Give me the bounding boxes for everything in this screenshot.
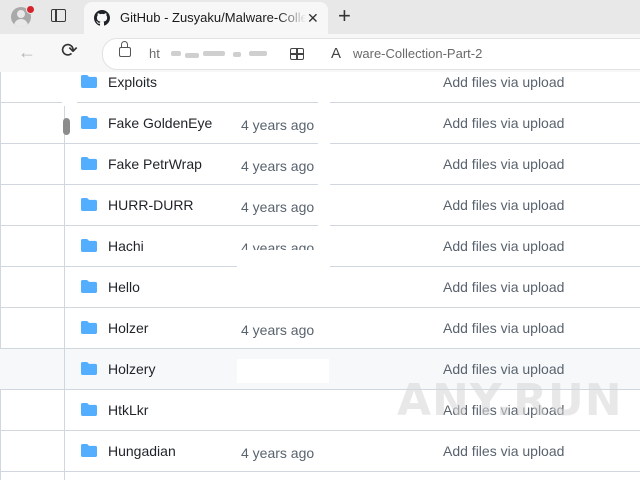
back-arrow-icon[interactable]: ← [18, 42, 36, 62]
tab-title: GitHub - Zusyaku/Malware-Collection-Part… [120, 10, 306, 25]
white-overlay [237, 359, 329, 383]
commit-message-link[interactable]: Add files via upload [443, 279, 564, 295]
close-tab-icon[interactable]: ✕ [307, 8, 319, 28]
github-icon [94, 10, 110, 26]
commit-message-link[interactable]: Add files via upload [443, 197, 564, 213]
lock-icon[interactable] [119, 41, 131, 57]
folder-name-link[interactable]: Holzery [108, 361, 155, 377]
folder-name-link[interactable]: Fake PetrWrap [108, 156, 202, 172]
folder-icon [81, 321, 97, 334]
folder-icon [81, 198, 97, 211]
url-text-start: ht [149, 46, 160, 61]
commit-age: 4 years ago [241, 322, 315, 338]
new-tab-icon[interactable]: + [338, 4, 351, 28]
commit-message-link[interactable]: Add files via upload [443, 238, 564, 254]
commit-age: 4 years ago [241, 445, 315, 461]
url-text-end: ware-Collection-Part-2 [353, 46, 483, 61]
reload-icon[interactable]: ⟳ [61, 40, 78, 62]
folder-icon [81, 444, 97, 457]
anyrun-watermark: ANY.RUN [397, 375, 622, 426]
commit-age: 4 years ago [241, 199, 315, 215]
folder-icon [81, 75, 97, 88]
white-overlay [318, 72, 330, 272]
folder-name-link[interactable]: HtkLkr [108, 402, 148, 418]
folder-name-link[interactable]: Exploits [108, 74, 157, 90]
white-overlay [237, 74, 329, 94]
scrollbar-thumb[interactable] [63, 118, 70, 135]
white-overlay [237, 400, 329, 424]
commit-age: 4 years ago [241, 158, 315, 174]
watermark-text: ANY.RUN [397, 375, 623, 426]
commit-age: 4 years ago [241, 117, 315, 133]
url-redacted [167, 47, 277, 59]
folder-name-link[interactable]: Hungadian [108, 443, 176, 459]
folder-name-link[interactable]: Holzer [108, 320, 148, 336]
commit-message-link[interactable]: Add files via upload [443, 74, 564, 90]
folder-icon [81, 403, 97, 416]
folder-icon [81, 116, 97, 129]
file-row[interactable]: Hungadian 4 years ago Add files via upload [0, 431, 640, 472]
white-overlay [237, 277, 329, 301]
notification-dot [26, 5, 35, 14]
tab-strip: GitHub - Zusyaku/Malware-Collection-Part… [0, 0, 640, 34]
active-tab[interactable]: GitHub - Zusyaku/Malware-Collection-Part… [84, 2, 328, 34]
tab-actions-icon[interactable] [51, 9, 66, 22]
read-aloud-icon[interactable]: A [331, 45, 341, 62]
file-row[interactable]: Hello Add files via upload [0, 267, 640, 308]
commit-message-link[interactable]: Add files via upload [443, 156, 564, 172]
white-overlay [62, 72, 77, 106]
folder-name-link[interactable]: Hachi [108, 238, 144, 254]
folder-icon [81, 157, 97, 170]
commit-message-link[interactable]: Add files via upload [443, 443, 564, 459]
folder-name-link[interactable]: HURR-DURR [108, 197, 194, 213]
folder-icon [81, 362, 97, 375]
folder-name-link[interactable]: Fake GoldenEye [108, 115, 212, 131]
folder-icon [81, 239, 97, 252]
folder-name-link[interactable]: Hello [108, 279, 140, 295]
folder-icon [81, 280, 97, 293]
file-row[interactable]: Holzer 4 years ago Add files via upload [0, 308, 640, 349]
commit-message-link[interactable]: Add files via upload [443, 115, 564, 131]
commit-message-link[interactable]: Add files via upload [443, 320, 564, 336]
split-screen-icon[interactable] [290, 48, 304, 60]
